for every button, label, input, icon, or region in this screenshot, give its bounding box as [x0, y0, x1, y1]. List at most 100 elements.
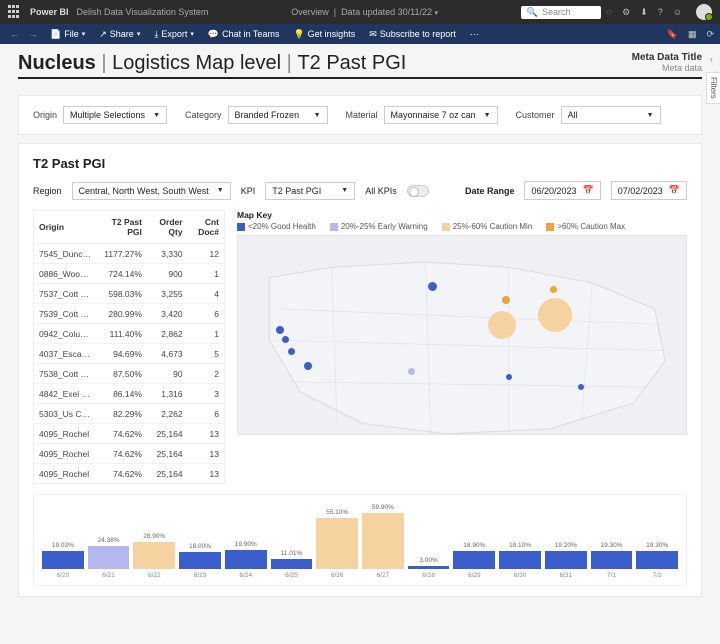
table-row[interactable]: 7537_Cott B...598.03%3,2554 [34, 284, 224, 304]
region-dropdown[interactable]: Central, North West, South West▼ [72, 182, 231, 200]
bar[interactable]: 19.03% [42, 551, 84, 569]
export-menu[interactable]: ⤓Export▾ [148, 29, 200, 40]
map-bubble[interactable] [282, 336, 289, 343]
get-insights[interactable]: 💡Get insights [287, 29, 361, 40]
bar[interactable]: 19.10% [499, 551, 541, 569]
user-avatar[interactable] [696, 4, 712, 20]
refresh-icon[interactable]: ⟳ [706, 29, 714, 40]
table-row[interactable]: 4842_Exel C...86.14%1,3163 [34, 384, 224, 404]
axis-tick: 6/22 [133, 572, 175, 579]
date-from-input[interactable]: 06/20/2023📅 [524, 181, 600, 200]
bar[interactable]: 59.90% [362, 513, 404, 569]
settings-icon[interactable]: ⚙ [622, 7, 630, 18]
allkpis-toggle[interactable] [407, 185, 429, 197]
kpi-dropdown[interactable]: T2 Past PGI▼ [265, 182, 355, 200]
feedback-icon[interactable]: ☺ [673, 7, 682, 17]
customer-dropdown[interactable]: All▼ [561, 106, 661, 124]
view-name[interactable]: Overview [291, 7, 329, 17]
daterange-label: Date Range [465, 186, 515, 196]
region-label: Region [33, 186, 62, 196]
more-menu[interactable]: ⋯ [464, 29, 485, 40]
map-bubble[interactable] [578, 384, 584, 390]
search-placeholder: Search [542, 7, 571, 17]
product-name: Power BI [30, 7, 69, 17]
search-box[interactable]: 🔍 Search [521, 6, 601, 19]
map-bubble[interactable] [550, 286, 557, 293]
bar[interactable]: 28.90% [133, 542, 175, 569]
bar[interactable]: 19.30% [591, 551, 633, 569]
expand-icon[interactable]: ‹ [710, 54, 718, 64]
filters-pane-tab[interactable]: Filters [706, 72, 720, 104]
section-title: T2 Past PGI [33, 156, 687, 171]
col-header[interactable]: Order Qty [147, 211, 188, 244]
table-row[interactable]: 7545_Duncan...1177.27%3,33012 [34, 244, 224, 264]
map-bubble[interactable] [304, 362, 312, 370]
axis-tick: 6/24 [225, 572, 267, 579]
table-row[interactable]: 7538_Cott B...87.50%902 [34, 364, 224, 384]
map-panel: Map Key <20% Good Health20%-25% Early Wa… [237, 210, 687, 484]
header-meta: Meta Data Title Meta data [632, 52, 702, 73]
bar[interactable]: 19.20% [545, 551, 587, 569]
page-header: Nucleus | Logistics Map level | T2 Past … [18, 52, 702, 75]
table-row[interactable]: 5303_Us Col...82.29%2,2626 [34, 404, 224, 424]
date-to-input[interactable]: 07/02/2023📅 [611, 181, 687, 200]
map-bubble[interactable] [506, 374, 512, 380]
legend-item: >60% Caution Max [546, 222, 625, 231]
bar[interactable]: 3.00% [408, 566, 450, 569]
bar[interactable]: 55.10% [316, 518, 358, 569]
file-menu[interactable]: 📄File▾ [44, 29, 91, 40]
appbar-center: Overview | Data updated 30/11/22 ▾ [208, 7, 520, 17]
category-label: Category [185, 110, 222, 120]
map-bubble[interactable] [538, 298, 572, 332]
map-bubble[interactable] [408, 368, 415, 375]
bar[interactable]: 18.90% [453, 551, 495, 569]
search-icon: 🔍 [527, 7, 538, 18]
table-row[interactable]: 0886_Wood...724.14%9001 [34, 264, 224, 284]
material-dropdown[interactable]: Mayonnaise 7 oz can▼ [384, 106, 498, 124]
chat-teams[interactable]: 💬Chat in Teams [202, 29, 286, 40]
axis-tick: 7/1 [591, 572, 633, 579]
category-dropdown[interactable]: Branded Frozen▼ [228, 106, 328, 124]
calendar-icon: 📅 [669, 185, 680, 196]
map-bubble[interactable] [428, 282, 437, 291]
legend-item: 25%-60% Caution Min [442, 222, 533, 231]
app-launcher-icon[interactable] [8, 5, 22, 19]
table-row[interactable]: 4095_Rochel74.62%25,16413 [34, 444, 224, 464]
back-button[interactable]: ← [6, 29, 23, 39]
table-row[interactable]: 7539_Cott B...280.99%3,4206 [34, 304, 224, 324]
share-menu[interactable]: ↗Share▾ [93, 29, 146, 40]
axis-tick: 6/20 [42, 572, 84, 579]
bar[interactable]: 11.01% [271, 559, 313, 569]
col-header[interactable]: Origin [34, 211, 96, 244]
table-row[interactable]: 4037_Escalo...94.69%4,6735 [34, 344, 224, 364]
legend-item: 20%-25% Early Warning [330, 222, 428, 231]
trend-chart: 19.03%24.38%28.90%18.00%19.90% 11.01%55.1… [33, 494, 687, 586]
table-row[interactable]: 0942_Colum...111.40%2,8621 [34, 324, 224, 344]
table-row[interactable]: 4095_Rochel74.62%25,16413 [34, 424, 224, 444]
axis-tick: 7/2 [636, 572, 678, 579]
col-header[interactable]: T2 Past PGI [96, 211, 147, 244]
download-icon[interactable]: ⬇ [640, 7, 648, 18]
map-bubble[interactable] [502, 296, 510, 304]
table-row[interactable]: 4095_Rochel74.62%25,16413 [34, 464, 224, 484]
bookmark-icon[interactable]: 🔖 [667, 29, 678, 40]
map-bubble[interactable] [488, 311, 516, 339]
notifications-icon[interactable]: ◌ [607, 7, 612, 17]
bar[interactable]: 19.90% [225, 550, 267, 569]
axis-tick: 6/23 [179, 572, 221, 579]
bar[interactable]: 24.38% [88, 546, 130, 569]
map-bubble[interactable] [276, 326, 284, 334]
map-bubble[interactable] [288, 348, 295, 355]
main-card: T2 Past PGI Region Central, North West, … [18, 143, 702, 597]
axis-tick: 6/21 [88, 572, 130, 579]
view-icon[interactable]: ▦ [688, 29, 697, 40]
command-bar: ← → 📄File▾ ↗Share▾ ⤓Export▾ 💬Chat in Tea… [0, 24, 720, 44]
us-map[interactable] [237, 235, 687, 435]
bar[interactable]: 19.30% [636, 551, 678, 569]
data-updated: Data updated 30/11/22 [341, 7, 432, 17]
subscribe[interactable]: ✉Subscribe to report [363, 29, 462, 40]
origin-dropdown[interactable]: Multiple Selections▼ [63, 106, 167, 124]
bar[interactable]: 18.00% [179, 552, 221, 569]
help-icon[interactable]: ? [658, 7, 663, 17]
col-header[interactable]: Cnt Doc# [188, 211, 224, 244]
